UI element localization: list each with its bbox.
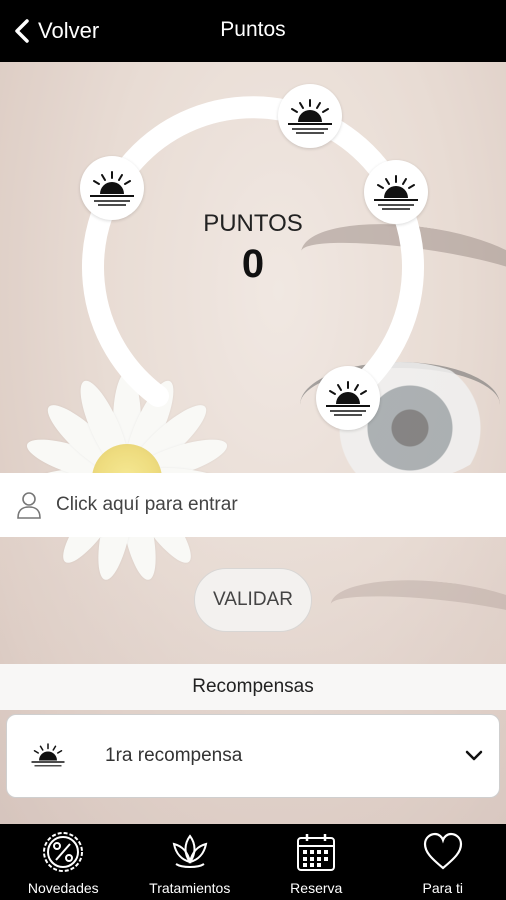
tab-label: Reserva bbox=[290, 880, 343, 896]
sunset-icon bbox=[90, 171, 134, 206]
tab-tratamientos[interactable]: Tratamientos bbox=[127, 824, 254, 900]
reward-label: 1ra recompensa bbox=[105, 745, 243, 766]
login-label: Click aquí para entrar bbox=[56, 494, 238, 515]
app-screen: Volver Puntos PUNTOS 0 Click aquí para e… bbox=[0, 0, 506, 900]
points-label: PUNTOS bbox=[203, 210, 303, 237]
sunset-icon bbox=[374, 175, 418, 210]
bottom-nav: Novedades Tratamientos Reserva Para ti bbox=[0, 824, 506, 900]
tab-label: Tratamientos bbox=[149, 880, 231, 896]
tab-label: Novedades bbox=[27, 880, 99, 896]
chevron-down-icon[interactable] bbox=[465, 750, 499, 762]
validate-button[interactable]: VALIDAR bbox=[194, 568, 312, 632]
page-title: Puntos bbox=[220, 18, 286, 41]
top-bar: Volver Puntos bbox=[0, 0, 506, 62]
reward-icon bbox=[7, 741, 69, 771]
rewards-title: Recompensas bbox=[0, 664, 506, 710]
heart-icon bbox=[423, 832, 462, 870]
login-row[interactable]: Click aquí para entrar bbox=[0, 473, 506, 537]
tab-label: Para ti bbox=[422, 880, 463, 896]
tab-novedades[interactable]: Novedades bbox=[0, 824, 127, 900]
reward-item[interactable]: 1ra recompensa bbox=[6, 714, 500, 798]
tab-reserva[interactable]: Reserva bbox=[253, 824, 380, 900]
sunset-icon bbox=[288, 99, 332, 134]
lotus-icon bbox=[172, 834, 208, 868]
percent-badge-icon bbox=[43, 832, 84, 872]
milestone-2 bbox=[278, 84, 342, 148]
calendar-icon bbox=[297, 834, 336, 871]
sunset-icon bbox=[326, 381, 370, 416]
user-icon bbox=[17, 492, 41, 519]
points-value: 0 bbox=[241, 242, 265, 286]
sunset-icon bbox=[31, 743, 65, 767]
tab-para-ti[interactable]: Para ti bbox=[380, 824, 506, 900]
milestone-4 bbox=[316, 366, 380, 430]
